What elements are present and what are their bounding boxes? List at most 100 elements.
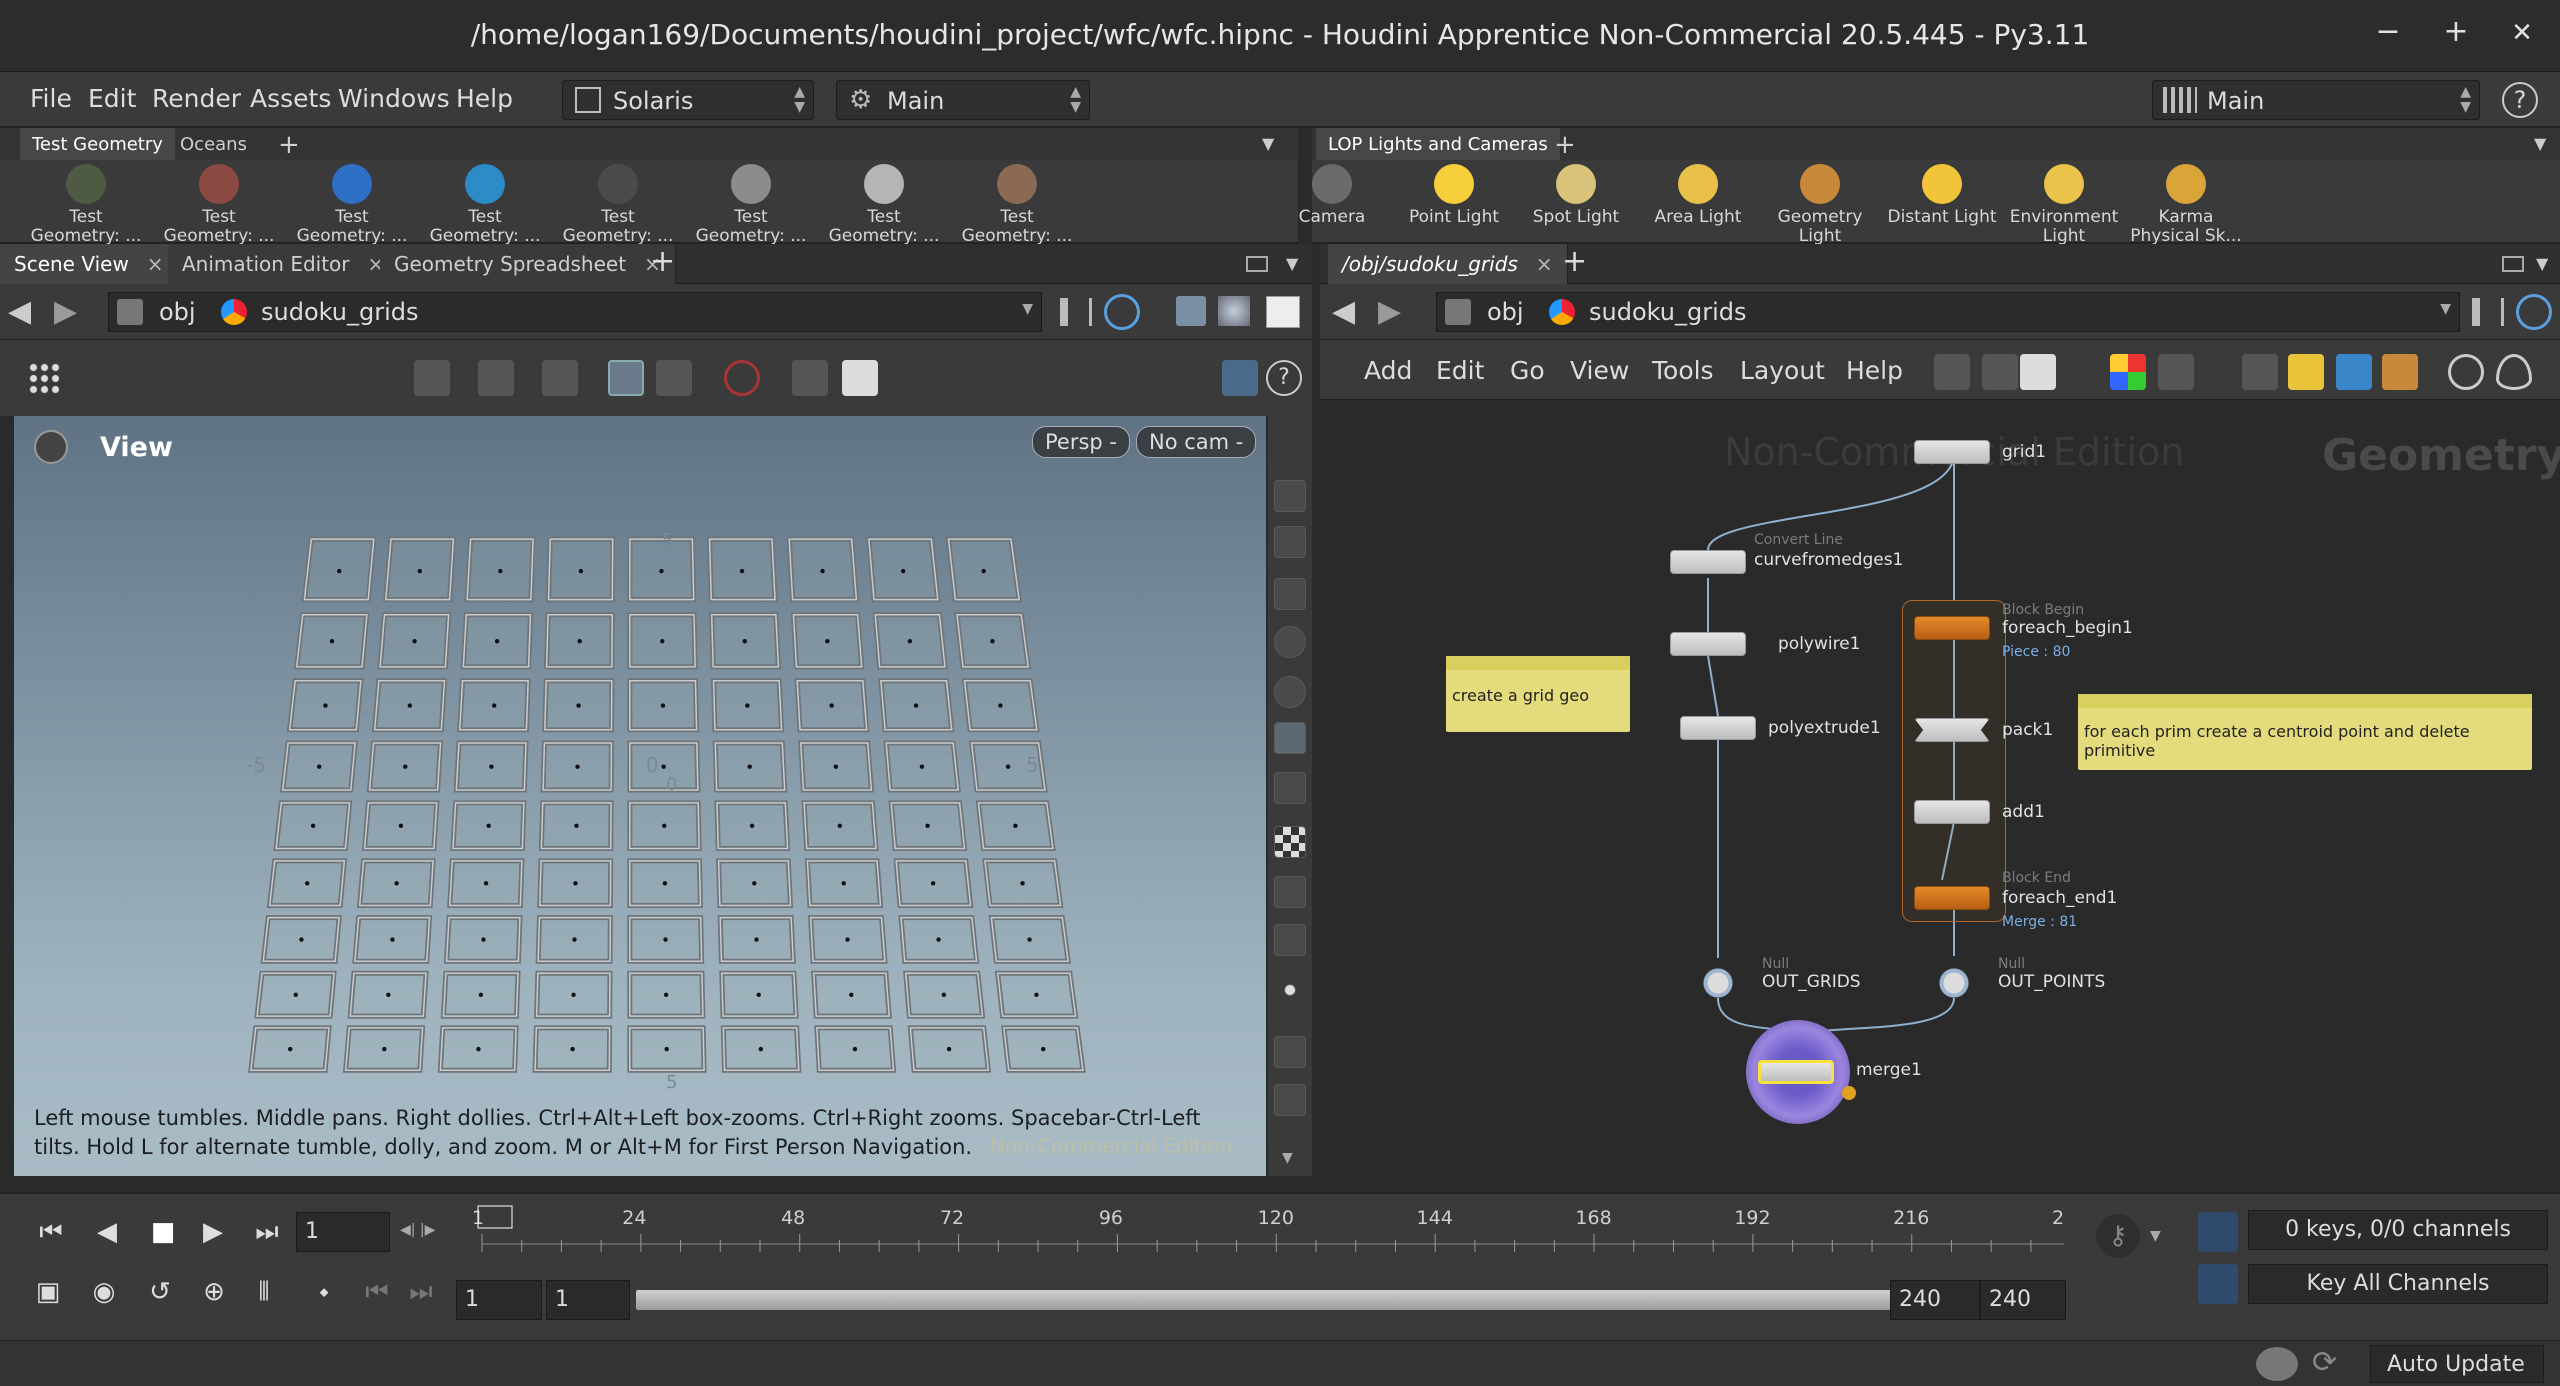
tab-animation-editor[interactable]: Animation Editor × [168,244,400,284]
light-bulb-icon[interactable] [1274,722,1306,754]
null-node-icon[interactable] [1924,962,1984,1004]
key-menu-arrow-icon[interactable]: ▼ [2150,1228,2161,1244]
list-icon[interactable] [2020,354,2056,390]
shelf-tool[interactable]: Test Geometry: ... [824,164,944,246]
next-key-icon[interactable]: ⏭ [406,1270,436,1314]
keys-channels-field[interactable]: 0 keys, 0/0 channels [2248,1210,2548,1250]
render-icon[interactable] [792,360,828,396]
right-desktop-dropdown[interactable]: Main ▲ ▼ [2152,80,2480,120]
path-sudoku-grids[interactable]: sudoku_grids [261,298,419,326]
add-shelf-tab-button[interactable]: + [1542,124,1588,160]
current-frame-field[interactable]: 1 [296,1212,390,1252]
range-end-field-2[interactable]: 240 [1980,1280,2066,1320]
forward-arrow-icon[interactable]: ▶ [54,294,77,329]
timeline-ruler[interactable]: 1 24 48 72 96 120 144 168 192 216 2 [456,1194,2072,1264]
shelf-tool[interactable]: Geometry Light [1760,164,1880,246]
null-node-icon[interactable] [1688,962,1748,1004]
scene-viewport[interactable]: View Persp - No cam - -5 0 5 0 5 5 Left … [14,416,1266,1176]
wrench-icon[interactable] [1934,354,1970,390]
node-body[interactable] [1914,718,1990,742]
menu-file[interactable]: File [30,84,72,113]
view-tool-icon[interactable] [414,360,450,396]
net-menu-tools[interactable]: Tools [1652,356,1714,385]
pen-icon[interactable] [1274,1036,1306,1068]
camera-tool-icon[interactable] [608,360,644,396]
jump-end-button[interactable]: ⏭ [244,1210,290,1254]
shelf-tool[interactable]: Test Geometry: ... [691,164,811,246]
brush-icon[interactable] [1274,1084,1306,1116]
shelf-tool[interactable]: Camera [1272,164,1392,227]
shelf-tab-test-geometry[interactable]: Test Geometry [20,128,175,160]
path-dropdown-icon[interactable]: ▼ [1022,301,1033,317]
shelf-tool[interactable]: Test Geometry: ... [425,164,545,246]
search-icon[interactable] [2448,354,2484,390]
refresh-keys-icon[interactable] [2198,1212,2238,1252]
handle-tool-icon[interactable] [542,360,578,396]
pin-icon[interactable] [2472,298,2504,326]
realtime-icon[interactable]: ▣ [30,1270,66,1314]
right-path-field[interactable]: obj sudoku_grids ▼ [1436,292,2460,332]
node-body[interactable] [1670,550,1746,574]
tree-icon[interactable] [1982,354,2018,390]
node-body[interactable] [1670,632,1746,656]
scroll-down-icon[interactable]: ▼ [1282,1150,1293,1166]
shelf-tool[interactable]: Test Geometry: ... [292,164,412,246]
sticky-note-grid[interactable]: create a grid geo [1446,656,1630,732]
fps-icon[interactable]: ⊕ [196,1270,232,1314]
menu-render[interactable]: Render [152,84,241,113]
dot-icon[interactable] [1284,984,1296,996]
eye-icon[interactable] [2496,354,2532,390]
shelf-tool[interactable]: Test Geometry: ... [558,164,678,246]
shelf-tool[interactable]: Karma Physical Sk... [2126,164,2246,246]
close-button[interactable]: ✕ [2502,18,2542,48]
net-menu-help[interactable]: Help [1846,356,1903,385]
image-icon[interactable] [2336,354,2372,390]
shelf-tool[interactable]: Spot Light [1516,164,1636,227]
shelf-menu-arrow-icon[interactable]: ▼ [1262,134,1274,153]
path-dropdown-icon[interactable]: ▼ [2440,301,2451,317]
color-palette-icon[interactable] [2110,354,2146,390]
audio-icon[interactable]: ◉ [86,1270,122,1314]
grid-dots-icon[interactable] [28,362,62,396]
node-body[interactable] [1680,716,1756,740]
shapes-icon[interactable] [1218,296,1250,326]
add-pane-tab-button[interactable]: + [1562,244,1587,279]
forward-arrow-icon[interactable]: ▶ [1378,294,1401,329]
range-slider[interactable] [636,1290,1892,1310]
back-arrow-icon[interactable]: ◀ [1332,294,1355,329]
net-menu-add[interactable]: Add [1364,356,1412,385]
menu-edit[interactable]: Edit [88,84,136,113]
lock-icon[interactable] [1274,578,1306,610]
node-body[interactable] [1914,440,1990,464]
shapes-palette-icon[interactable] [2158,354,2194,390]
shelf-menu-arrow-icon[interactable]: ▼ [2534,134,2546,153]
help-icon[interactable]: ? [2502,82,2538,118]
range-start-field-2[interactable]: 1 [546,1280,630,1320]
key-icon[interactable]: ⚷ [2096,1214,2140,1258]
maximize-pane-icon[interactable] [2502,256,2524,272]
settings-icon[interactable] [842,360,878,396]
cube-icon[interactable] [1176,296,1206,326]
shelf-tool[interactable]: Environment Light [2004,164,2124,246]
range-start-field[interactable]: 1 [456,1280,542,1320]
headlight-icon[interactable] [1274,676,1306,708]
add-shelf-tab-button[interactable]: + [266,124,312,160]
add-pane-tab-button[interactable]: + [650,244,675,279]
shelf-tool[interactable]: Area Light [1638,164,1758,227]
sketch-icon[interactable] [1274,526,1306,558]
context-dropdown[interactable]: ⚙ Main ▲ ▼ [836,80,1090,120]
step-arrows-icon[interactable]: ◀| |▶ [400,1222,435,1238]
sticky-note-icon[interactable] [2288,354,2324,390]
stop-icon[interactable] [724,360,760,396]
net-menu-edit[interactable]: Edit [1436,356,1484,385]
select-tool-icon[interactable] [478,360,514,396]
net-menu-go[interactable]: Go [1510,356,1545,385]
no-cam-icon[interactable] [1274,626,1306,658]
node-body[interactable] [1914,886,1990,910]
net-menu-view[interactable]: View [1570,356,1629,385]
jump-start-button[interactable]: ⏮ [28,1210,74,1254]
menu-windows[interactable]: Windows [338,84,450,113]
shelf-tool[interactable]: Point Light [1394,164,1514,227]
shelf-tab-lop-lights[interactable]: LOP Lights and Cameras [1316,128,1560,160]
pin-icon[interactable] [1060,298,1092,326]
